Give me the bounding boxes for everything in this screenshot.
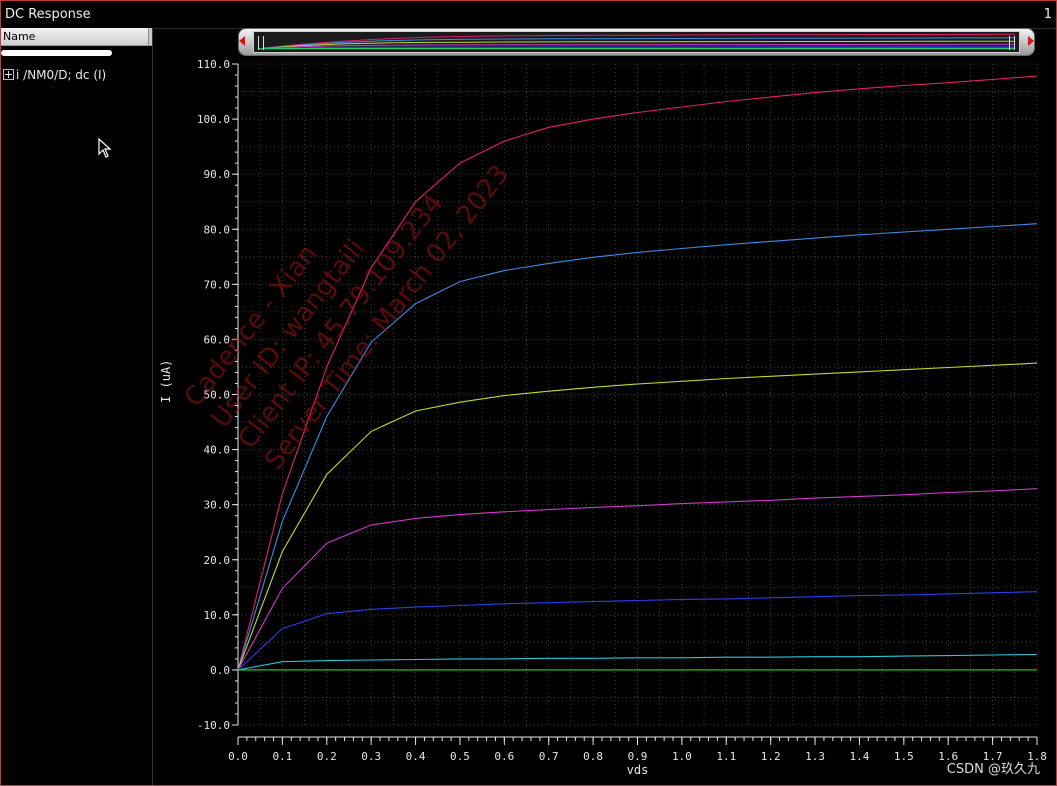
- x-tick-label: 0.1: [272, 750, 292, 763]
- y-tick-label: 60.0: [204, 333, 231, 346]
- y-tick-label: 80.0: [204, 223, 231, 236]
- x-tick-label: 1.4: [850, 750, 870, 763]
- trace-label[interactable]: i /NM0/D; dc (I): [16, 68, 106, 82]
- x-tick-label: 0.0: [228, 750, 248, 763]
- sidebar-horizontal-scrollbar[interactable]: [1, 50, 112, 56]
- x-tick-label: 1.2: [761, 750, 781, 763]
- name-column-header[interactable]: Name: [1, 28, 152, 46]
- x-tick-label: 0.3: [361, 750, 381, 763]
- x-tick-label: 0.8: [583, 750, 603, 763]
- x-tick-label: 1.0: [672, 750, 692, 763]
- x-tick-label: 1.3: [805, 750, 825, 763]
- series-line-2: [237, 223, 1038, 671]
- dc-response-plot[interactable]: -10.0 0.0 10.0 20.0 30.0 40.0 50.0 60.0 70.0 80.0…: [153, 56, 1056, 785]
- y-tick-label: 110.0: [197, 58, 230, 71]
- thumb-left-grip[interactable]: [258, 36, 264, 50]
- csdn-credit: CSDN @玖久九: [946, 762, 1040, 777]
- scrollbar-thumb-overview[interactable]: [253, 31, 1020, 53]
- scroll-left-arrow-icon[interactable]: [239, 36, 245, 46]
- expand-plus-icon[interactable]: [3, 69, 14, 80]
- x-tick-label: 0.7: [539, 750, 559, 763]
- trace-browser: Name i /NM0/D; dc (I): [1, 28, 153, 785]
- mouse-pointer-icon: [98, 138, 112, 158]
- y-tick-label: -10.0: [197, 719, 230, 732]
- y-tick-label: 70.0: [204, 278, 231, 291]
- name-column-label: Name: [3, 30, 36, 43]
- y-tick-label: 20.0: [204, 554, 231, 567]
- app-window: DC Response 1 Name i /NM0/D; dc (I) -10.…: [0, 0, 1057, 786]
- y-axis-title: I (uA): [159, 360, 173, 403]
- column-resize-handle[interactable]: [148, 28, 152, 45]
- scroll-right-arrow-icon[interactable]: [1028, 36, 1034, 46]
- title-bar: DC Response 1: [1, 1, 1056, 29]
- y-tick-label: 50.0: [204, 389, 231, 402]
- x-axis-title: vds: [627, 763, 649, 777]
- series-line-4: [237, 488, 1038, 671]
- x-tick-label: 0.9: [628, 750, 648, 763]
- y-tick-label: 40.0: [204, 444, 231, 457]
- x-tick-label: 1.5: [894, 750, 914, 763]
- waveform-overview: [257, 33, 1016, 50]
- x-tick-label: 0.2: [317, 750, 337, 763]
- thumb-right-grip[interactable]: [1009, 36, 1015, 50]
- x-zoom-scrollbar[interactable]: [238, 28, 1035, 56]
- y-tick-label: 30.0: [204, 499, 231, 512]
- y-tick-label: 90.0: [204, 168, 231, 181]
- subwindow-number[interactable]: 1: [1044, 7, 1052, 22]
- x-tick-label: 1.1: [716, 750, 736, 763]
- x-tick-label: 0.4: [406, 750, 426, 763]
- y-tick-label: 10.0: [204, 609, 231, 622]
- x-tick-label: 0.6: [494, 750, 514, 763]
- y-tick-label: 100.0: [197, 113, 230, 126]
- window-title: DC Response: [5, 7, 91, 22]
- x-tick-label: 0.5: [450, 750, 470, 763]
- y-tick-label: 0.0: [210, 664, 230, 677]
